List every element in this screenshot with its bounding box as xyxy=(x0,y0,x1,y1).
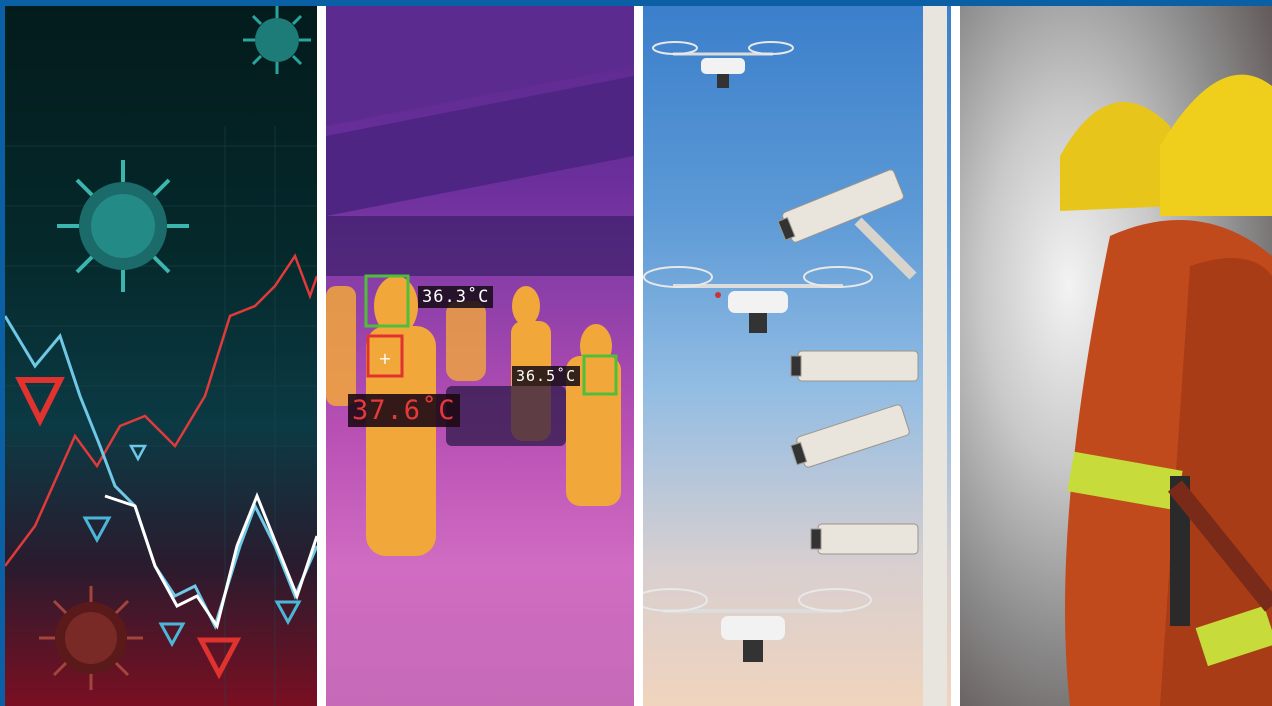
thermal-scene-art: + xyxy=(326,6,634,556)
down-triangle-icon xyxy=(196,637,242,680)
virus-icon xyxy=(39,586,143,690)
drone-icon xyxy=(652,41,794,88)
panel-virus-market xyxy=(5,6,317,706)
virus-icon xyxy=(57,160,189,292)
down-triangle-icon xyxy=(128,444,148,462)
drones-cctv-art xyxy=(643,6,947,706)
firefighters-art xyxy=(1060,74,1272,706)
panel-thermal-camera: + 36.3˚C 36.5˚C 37.6˚C xyxy=(326,6,634,706)
temperature-reading: 36.3˚C xyxy=(418,286,494,308)
temperature-reading-high: 37.6˚C xyxy=(348,394,460,427)
down-triangle-icon xyxy=(82,516,112,544)
drone-icon xyxy=(643,266,873,333)
svg-text:+: + xyxy=(378,349,391,368)
panel-firefighters xyxy=(960,6,1272,706)
temperature-reading: 36.5˚C xyxy=(512,366,581,386)
drone-icon xyxy=(643,588,872,662)
virus-icon xyxy=(243,6,311,74)
red-trend-line xyxy=(5,253,317,567)
helmet-icon xyxy=(1060,74,1272,216)
cctv-camera-icon xyxy=(777,169,919,555)
down-triangle-icon xyxy=(158,622,186,648)
down-triangle-icon xyxy=(274,600,302,626)
white-trend-line xyxy=(104,491,317,630)
panel-drones-cctv xyxy=(643,6,951,706)
virus-chart-art xyxy=(5,6,317,706)
